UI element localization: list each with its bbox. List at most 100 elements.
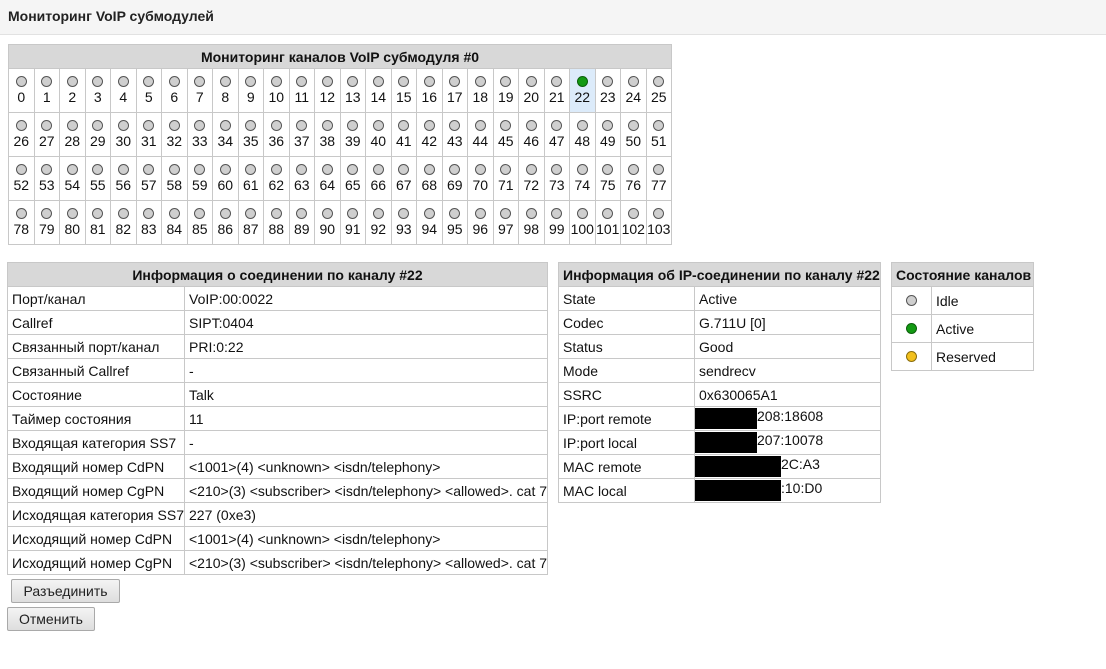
- channel-cell[interactable]: 40: [365, 112, 392, 157]
- channel-cell[interactable]: 10: [263, 68, 290, 113]
- channel-cell[interactable]: 82: [110, 200, 137, 245]
- channel-cell[interactable]: 87: [237, 200, 264, 245]
- channel-cell[interactable]: 60: [212, 156, 239, 201]
- channel-cell[interactable]: 70: [467, 156, 494, 201]
- channel-cell[interactable]: 25: [645, 68, 672, 113]
- channel-cell[interactable]: 98: [518, 200, 545, 245]
- channel-cell[interactable]: 4: [110, 68, 137, 113]
- channel-cell[interactable]: 73: [543, 156, 570, 201]
- channel-cell[interactable]: 69: [441, 156, 468, 201]
- channel-cell[interactable]: 47: [543, 112, 570, 157]
- channel-cell[interactable]: 31: [135, 112, 162, 157]
- channel-cell[interactable]: 57: [135, 156, 162, 201]
- channel-cell[interactable]: 89: [288, 200, 315, 245]
- channel-cell[interactable]: 22: [569, 68, 596, 113]
- channel-cell[interactable]: 18: [467, 68, 494, 113]
- channel-cell[interactable]: 11: [288, 68, 315, 113]
- channel-cell[interactable]: 56: [110, 156, 137, 201]
- channel-cell[interactable]: 15: [390, 68, 417, 113]
- channel-cell[interactable]: 85: [186, 200, 213, 245]
- channel-cell[interactable]: 79: [33, 200, 60, 245]
- channel-cell[interactable]: 16: [416, 68, 443, 113]
- channel-cell[interactable]: 24: [620, 68, 647, 113]
- channel-cell[interactable]: 99: [543, 200, 570, 245]
- channel-cell[interactable]: 78: [8, 200, 35, 245]
- channel-cell[interactable]: 52: [8, 156, 35, 201]
- channel-cell[interactable]: 30: [110, 112, 137, 157]
- channel-cell[interactable]: 76: [620, 156, 647, 201]
- channel-cell[interactable]: 27: [33, 112, 60, 157]
- disconnect-button[interactable]: Разъединить: [11, 579, 120, 603]
- channel-cell[interactable]: 77: [645, 156, 672, 201]
- channel-cell[interactable]: 81: [84, 200, 111, 245]
- channel-cell[interactable]: 92: [365, 200, 392, 245]
- channel-cell[interactable]: 17: [441, 68, 468, 113]
- channel-cell[interactable]: 9: [237, 68, 264, 113]
- channel-cell[interactable]: 102: [620, 200, 647, 245]
- channel-cell[interactable]: 8: [212, 68, 239, 113]
- channel-cell[interactable]: 50: [620, 112, 647, 157]
- channel-cell[interactable]: 59: [186, 156, 213, 201]
- channel-cell[interactable]: 29: [84, 112, 111, 157]
- channel-cell[interactable]: 2: [59, 68, 86, 113]
- channel-cell[interactable]: 3: [84, 68, 111, 113]
- channel-cell[interactable]: 97: [492, 200, 519, 245]
- channel-cell[interactable]: 13: [339, 68, 366, 113]
- channel-cell[interactable]: 101: [594, 200, 621, 245]
- channel-cell[interactable]: 45: [492, 112, 519, 157]
- channel-cell[interactable]: 88: [263, 200, 290, 245]
- channel-cell[interactable]: 7: [186, 68, 213, 113]
- cancel-button[interactable]: Отменить: [7, 607, 95, 631]
- channel-cell[interactable]: 36: [263, 112, 290, 157]
- channel-cell[interactable]: 21: [543, 68, 570, 113]
- channel-cell[interactable]: 39: [339, 112, 366, 157]
- channel-cell[interactable]: 5: [135, 68, 162, 113]
- channel-cell[interactable]: 66: [365, 156, 392, 201]
- channel-cell[interactable]: 63: [288, 156, 315, 201]
- channel-cell[interactable]: 80: [59, 200, 86, 245]
- channel-cell[interactable]: 51: [645, 112, 672, 157]
- channel-cell[interactable]: 72: [518, 156, 545, 201]
- channel-cell[interactable]: 12: [314, 68, 341, 113]
- channel-cell[interactable]: 46: [518, 112, 545, 157]
- channel-cell[interactable]: 61: [237, 156, 264, 201]
- channel-cell[interactable]: 100: [569, 200, 596, 245]
- channel-cell[interactable]: 1: [33, 68, 60, 113]
- channel-cell[interactable]: 91: [339, 200, 366, 245]
- channel-cell[interactable]: 74: [569, 156, 596, 201]
- channel-cell[interactable]: 55: [84, 156, 111, 201]
- channel-cell[interactable]: 68: [416, 156, 443, 201]
- channel-cell[interactable]: 90: [314, 200, 341, 245]
- channel-cell[interactable]: 6: [161, 68, 188, 113]
- channel-cell[interactable]: 62: [263, 156, 290, 201]
- channel-cell[interactable]: 0: [8, 68, 35, 113]
- channel-cell[interactable]: 65: [339, 156, 366, 201]
- channel-cell[interactable]: 75: [594, 156, 621, 201]
- channel-cell[interactable]: 44: [467, 112, 494, 157]
- channel-cell[interactable]: 86: [212, 200, 239, 245]
- channel-cell[interactable]: 19: [492, 68, 519, 113]
- channel-cell[interactable]: 83: [135, 200, 162, 245]
- channel-cell[interactable]: 93: [390, 200, 417, 245]
- channel-cell[interactable]: 26: [8, 112, 35, 157]
- channel-cell[interactable]: 38: [314, 112, 341, 157]
- channel-cell[interactable]: 32: [161, 112, 188, 157]
- channel-cell[interactable]: 96: [467, 200, 494, 245]
- channel-cell[interactable]: 28: [59, 112, 86, 157]
- channel-cell[interactable]: 14: [365, 68, 392, 113]
- channel-cell[interactable]: 33: [186, 112, 213, 157]
- channel-cell[interactable]: 48: [569, 112, 596, 157]
- channel-cell[interactable]: 20: [518, 68, 545, 113]
- channel-cell[interactable]: 95: [441, 200, 468, 245]
- channel-cell[interactable]: 71: [492, 156, 519, 201]
- channel-cell[interactable]: 84: [161, 200, 188, 245]
- channel-cell[interactable]: 34: [212, 112, 239, 157]
- channel-cell[interactable]: 43: [441, 112, 468, 157]
- channel-cell[interactable]: 58: [161, 156, 188, 201]
- channel-cell[interactable]: 67: [390, 156, 417, 201]
- channel-cell[interactable]: 103: [645, 200, 672, 245]
- channel-cell[interactable]: 49: [594, 112, 621, 157]
- channel-cell[interactable]: 42: [416, 112, 443, 157]
- channel-cell[interactable]: 37: [288, 112, 315, 157]
- channel-cell[interactable]: 53: [33, 156, 60, 201]
